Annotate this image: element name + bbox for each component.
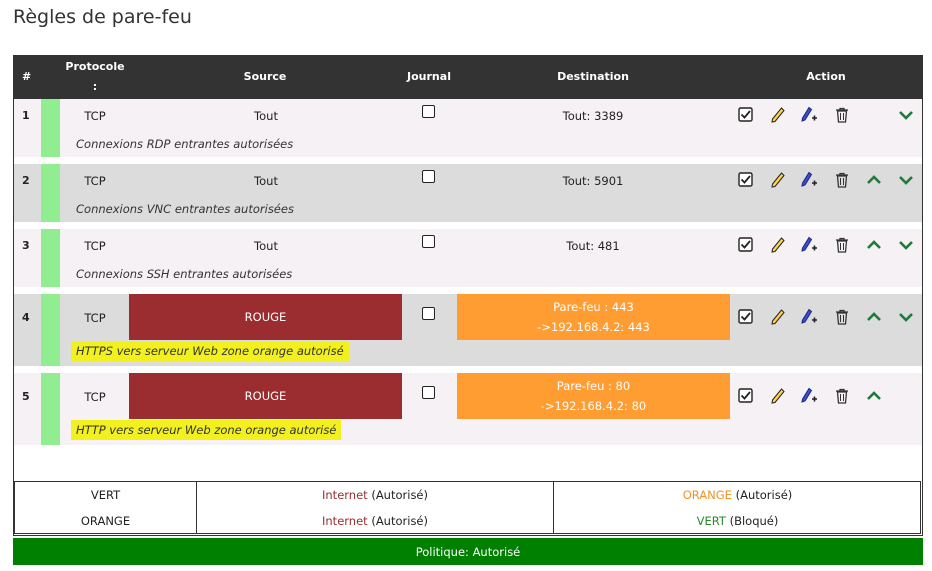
rule-destination: Tout: 5901 — [562, 174, 624, 188]
arrow-up-icon[interactable] — [865, 171, 883, 189]
rule-enabled-indicator — [41, 294, 60, 366]
rule-destination: Tout: 3389 — [562, 109, 624, 123]
arrow-up-icon[interactable] — [865, 308, 883, 326]
table-header: # Protocole : Source Journal Destination… — [14, 55, 922, 99]
table-row: 4 TCP ROUGE Pare-feu : 443 ->192.168.4.2… — [14, 294, 922, 366]
pencil-icon[interactable] — [769, 171, 787, 189]
rule-destination-zone: Pare-feu : 443 ->192.168.4.2: 443 — [457, 294, 730, 340]
rule-destination-line2: ->192.168.4.2: 443 — [537, 320, 650, 334]
rule-remark: Connexions RDP entrantes autorisées — [76, 137, 294, 151]
rule-number: 1 — [22, 109, 30, 122]
log-checkbox[interactable] — [422, 170, 435, 183]
pencil-icon[interactable] — [769, 106, 787, 124]
page-title: Règles de pare-feu — [13, 6, 192, 28]
rule-source: Tout — [254, 109, 278, 123]
checkbox-checked-icon[interactable] — [737, 387, 755, 405]
checkbox-checked-icon[interactable] — [737, 106, 755, 124]
rule-destination: Tout: 481 — [566, 239, 620, 253]
log-checkbox[interactable] — [422, 307, 435, 320]
arrow-up-icon[interactable] — [865, 236, 883, 254]
rule-source: Tout — [254, 174, 278, 188]
pen-add-icon[interactable] — [800, 106, 818, 124]
summary-target: Internet (Autorisé) — [322, 488, 428, 502]
table-row: 1 TCP Tout Tout: 3389 Connexions RDP ent… — [14, 99, 922, 157]
trash-icon[interactable] — [833, 106, 851, 124]
rule-destination-line1: Pare-feu : 443 — [553, 300, 634, 314]
pencil-icon[interactable] — [769, 308, 787, 326]
policy-label: Politique: Autorisé — [415, 544, 521, 559]
summary-other: ORANGE (Autorisé) — [682, 488, 793, 502]
header-protocol: Protocole — [65, 60, 125, 73]
trash-icon[interactable] — [833, 387, 851, 405]
log-checkbox[interactable] — [422, 386, 435, 399]
table-row: 5 TCP ROUGE Pare-feu : 80 ->192.168.4.2:… — [14, 373, 922, 445]
summary-zone-vert: VERT — [90, 488, 121, 502]
policy-bar: Politique: Autorisé — [13, 538, 923, 565]
rule-enabled-indicator — [41, 373, 60, 445]
header-journal: Journal — [407, 70, 451, 83]
rule-remark: HTTP vers serveur Web zone orange autori… — [71, 420, 342, 440]
header-num: # — [22, 70, 32, 83]
header-destination: Destination — [557, 70, 629, 83]
policy-summary-table: VERT Internet (Autorisé) ORANGE (Autoris… — [14, 481, 921, 534]
rule-number: 3 — [22, 239, 30, 252]
pen-add-icon[interactable] — [800, 308, 818, 326]
rule-protocol: TCP — [84, 311, 106, 325]
rule-source: ROUGE — [244, 389, 287, 403]
table-row: 3 TCP Tout Tout: 481 Connexions SSH entr… — [14, 229, 922, 287]
header-source: Source — [243, 70, 287, 83]
rule-number: 5 — [22, 390, 30, 403]
rule-protocol: TCP — [84, 239, 106, 253]
pencil-icon[interactable] — [769, 387, 787, 405]
pencil-icon[interactable] — [769, 236, 787, 254]
trash-icon[interactable] — [833, 308, 851, 326]
rule-source: ROUGE — [244, 310, 287, 324]
pen-add-icon[interactable] — [800, 236, 818, 254]
pen-add-icon[interactable] — [800, 171, 818, 189]
rule-destination-line2: ->192.168.4.2: 80 — [540, 399, 647, 413]
header-protocol-suffix: : — [92, 80, 98, 93]
header-action: Action — [806, 70, 846, 83]
summary-target: Internet (Autorisé) — [322, 514, 428, 528]
rule-enabled-indicator — [41, 229, 60, 287]
rule-protocol: TCP — [84, 390, 106, 404]
rule-enabled-indicator — [41, 99, 60, 157]
rule-protocol: TCP — [84, 174, 106, 188]
log-checkbox[interactable] — [422, 235, 435, 248]
arrow-down-icon[interactable] — [897, 236, 915, 254]
summary-other: VERT (Bloqué) — [696, 514, 779, 528]
rule-source: Tout — [254, 239, 278, 253]
rule-remark: Connexions VNC entrantes autorisées — [76, 202, 294, 216]
rule-enabled-indicator — [41, 164, 60, 222]
pen-add-icon[interactable] — [800, 387, 818, 405]
rule-number: 2 — [22, 174, 30, 187]
rule-remark: Connexions SSH entrantes autorisées — [76, 267, 293, 281]
arrow-down-icon[interactable] — [897, 308, 915, 326]
rule-source-zone: ROUGE — [129, 294, 402, 340]
rule-protocol: TCP — [84, 109, 106, 123]
arrow-down-icon[interactable] — [897, 171, 915, 189]
table-row: 2 TCP Tout Tout: 5901 Connexions VNC ent… — [14, 164, 922, 222]
arrow-down-icon[interactable] — [897, 106, 915, 124]
trash-icon[interactable] — [833, 171, 851, 189]
rule-destination-zone: Pare-feu : 80 ->192.168.4.2: 80 — [457, 373, 730, 419]
arrow-up-icon[interactable] — [865, 387, 883, 405]
checkbox-checked-icon[interactable] — [737, 171, 755, 189]
rule-number: 4 — [22, 311, 30, 324]
rule-source-zone: ROUGE — [129, 373, 402, 419]
summary-zone-orange: ORANGE — [80, 514, 131, 528]
rule-destination-line1: Pare-feu : 80 — [556, 379, 631, 393]
checkbox-checked-icon[interactable] — [737, 308, 755, 326]
checkbox-checked-icon[interactable] — [737, 236, 755, 254]
rule-remark: HTTPS vers serveur Web zone orange autor… — [71, 341, 349, 361]
log-checkbox[interactable] — [422, 105, 435, 118]
trash-icon[interactable] — [833, 236, 851, 254]
